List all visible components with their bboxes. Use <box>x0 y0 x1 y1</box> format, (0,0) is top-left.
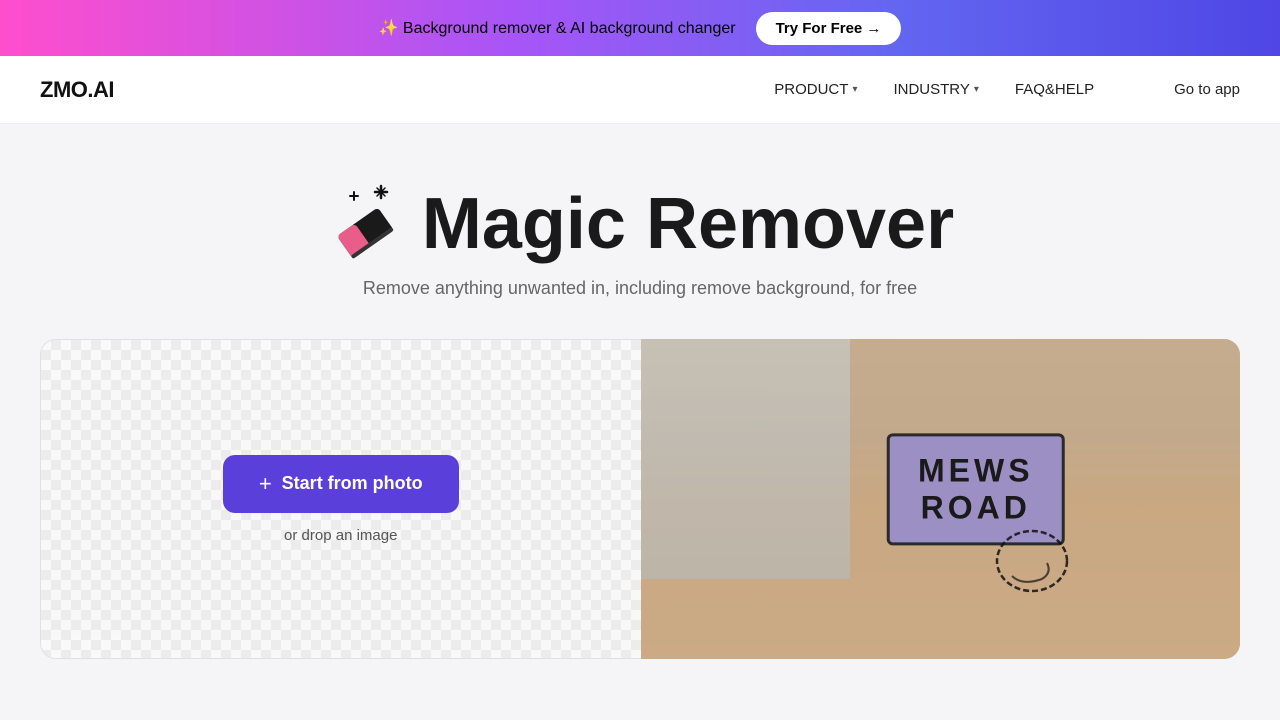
hero-subtitle: Remove anything unwanted in, including r… <box>40 278 1240 299</box>
main-content: Magic Remover Remove anything unwanted i… <box>0 124 1280 720</box>
eraser-icon <box>326 184 406 264</box>
go-to-app-button[interactable]: Go to app <box>1174 81 1240 98</box>
logo[interactable]: ZMO.AI <box>40 77 114 103</box>
navbar: ZMO.AI PRODUCT ▾ INDUSTRY ▾ FAQ&HELP Go … <box>0 56 1280 124</box>
start-button-label: Start from photo <box>282 473 423 494</box>
street-scene-image: MEWS ROAD <box>641 339 1241 659</box>
upload-panel[interactable]: + Start from photo or drop an image <box>40 339 641 659</box>
upload-controls: + Start from photo or drop an image <box>223 455 459 544</box>
preview-panel: MEWS ROAD <box>641 339 1241 659</box>
nav-product[interactable]: PRODUCT ▾ <box>774 81 857 98</box>
banner-icon: ✨ <box>379 20 403 37</box>
nav-industry-link[interactable]: INDUSTRY ▾ <box>893 81 978 98</box>
nav-industry[interactable]: INDUSTRY ▾ <box>893 81 978 98</box>
building-background <box>641 339 851 579</box>
nav-faq[interactable]: FAQ&HELP <box>1015 81 1094 98</box>
nav-product-link[interactable]: PRODUCT ▾ <box>774 81 857 98</box>
nav-faq-link[interactable]: FAQ&HELP <box>1015 81 1094 98</box>
try-for-free-label: Try For Free → <box>776 20 882 37</box>
start-from-photo-button[interactable]: + Start from photo <box>223 455 459 513</box>
hero-section: Magic Remover Remove anything unwanted i… <box>40 184 1240 299</box>
plus-icon: + <box>259 471 272 497</box>
hero-title-area: Magic Remover <box>40 184 1240 264</box>
try-for-free-button[interactable]: Try For Free → <box>756 12 902 45</box>
chevron-down-icon: ▾ <box>852 84 857 95</box>
banner-text: ✨ Background remover & AI background cha… <box>379 18 736 38</box>
sign-text-mews: MEWS <box>918 452 1034 489</box>
content-area: + Start from photo or drop an image MEWS… <box>40 339 1240 659</box>
drop-image-text: or drop an image <box>284 527 397 544</box>
chevron-down-icon: ▾ <box>974 84 979 95</box>
hero-heading: Magic Remover <box>422 188 954 260</box>
top-banner: ✨ Background remover & AI background cha… <box>0 0 1280 56</box>
scribble-overlay <box>992 521 1072 601</box>
nav-links: PRODUCT ▾ INDUSTRY ▾ FAQ&HELP <box>774 81 1094 98</box>
